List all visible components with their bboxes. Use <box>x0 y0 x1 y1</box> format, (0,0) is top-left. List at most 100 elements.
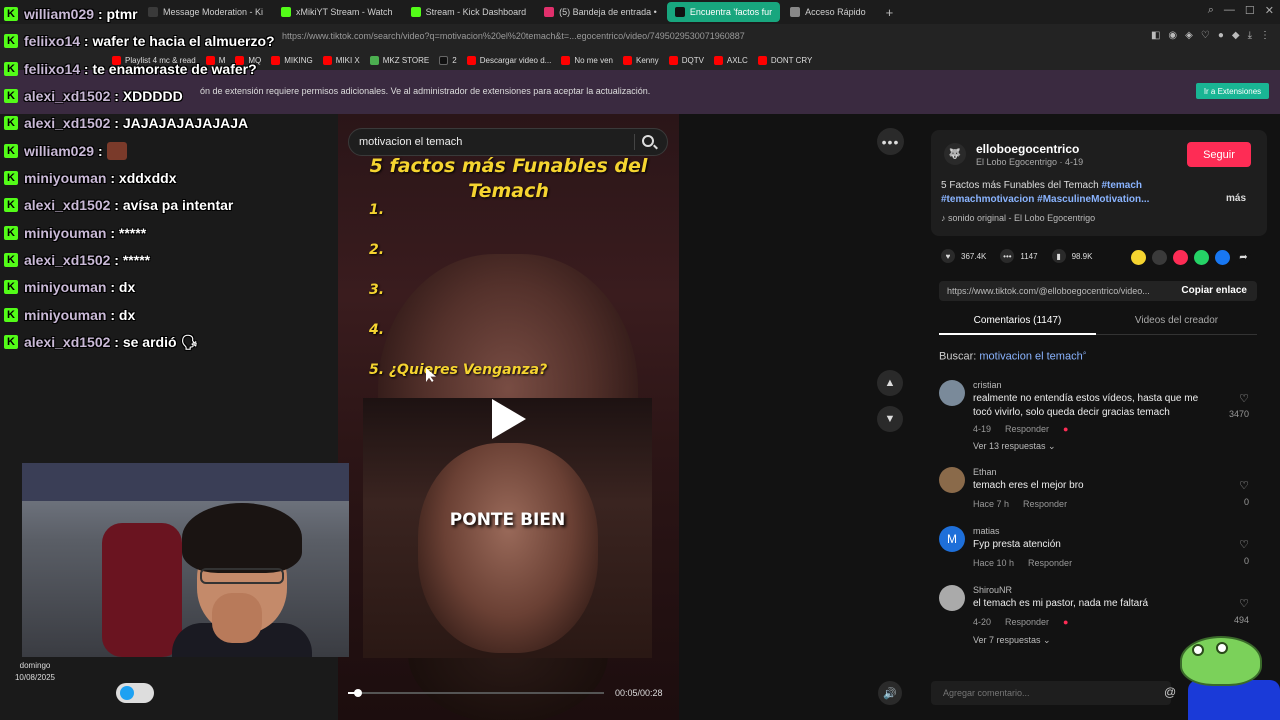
more-link[interactable]: más <box>1226 193 1246 204</box>
send-icon[interactable] <box>1173 250 1188 265</box>
url-field[interactable]: https://www.tiktok.com/search/video?q=mo… <box>282 31 745 41</box>
sound-info[interactable]: ♪ sonido original - El Lobo Egocentrigo <box>941 213 1095 223</box>
prev-video-button[interactable]: ▲ <box>877 370 903 396</box>
reply-button[interactable]: Responder <box>1005 617 1049 627</box>
avatar[interactable] <box>939 585 965 611</box>
maximize-icon[interactable]: ☐ <box>1245 4 1255 17</box>
kick-icon <box>281 7 292 17</box>
minimize-icon[interactable]: — <box>1224 4 1235 17</box>
store-icon <box>369 55 379 65</box>
bookmark[interactable]: MIKING <box>271 55 313 65</box>
bookmark[interactable]: DONT CRY <box>757 55 812 65</box>
play-icon[interactable] <box>492 399 526 439</box>
chat-text: : ***** <box>114 252 151 268</box>
follow-button[interactable]: Seguir <box>1187 142 1251 167</box>
creator-subtitle: El Lobo Egocentrigo · 4-19 <box>976 157 1084 167</box>
avatar[interactable] <box>939 467 965 493</box>
search-input[interactable] <box>359 136 629 148</box>
heart-icon[interactable]: ♡ <box>1201 30 1210 41</box>
bookmark[interactable]: AXLC <box>713 55 748 65</box>
comment-input[interactable] <box>931 681 1151 705</box>
download-icon[interactable]: ⤓ <box>1248 30 1252 41</box>
new-tab-button[interactable]: + <box>876 5 904 20</box>
bookmark[interactable]: Descargar video d... <box>466 55 551 65</box>
tab-label: Stream - Kick Dashboard <box>425 7 527 17</box>
mention-icon[interactable]: @ <box>1164 685 1176 699</box>
volume-icon[interactable]: 🔊 <box>878 681 902 705</box>
extension-icon[interactable]: ◆ <box>1232 30 1240 41</box>
embed-icon[interactable] <box>1152 250 1167 265</box>
sound-label: sonido original - El Lobo Egocentrigo <box>948 213 1096 223</box>
avatar[interactable] <box>939 380 965 406</box>
comment-date: Hace 7 h <box>973 499 1010 509</box>
copy-link-button[interactable]: Copiar enlace <box>1181 285 1247 296</box>
extension-icon[interactable]: ● <box>1218 30 1224 41</box>
video-link[interactable]: https://www.tiktok.com/@elloboegocentric… <box>947 286 1163 296</box>
tab-comments[interactable]: Comentarios (1147) <box>939 315 1096 335</box>
next-video-button[interactable]: ▼ <box>877 406 903 432</box>
video-player[interactable]: 5 factos más Funables del Temach 1. 2. 3… <box>338 114 679 720</box>
extensions-button[interactable]: Ir a Extensiones <box>1196 83 1269 99</box>
bookmark[interactable]: MKZ STORE <box>369 55 429 65</box>
hashtag[interactable]: #temach <box>1101 180 1142 191</box>
close-icon[interactable]: ✕ <box>1265 4 1274 17</box>
heart-icon[interactable]: ♡ <box>1239 538 1249 551</box>
chat-text: : avísa pa intentar <box>114 197 234 213</box>
tab-instagram[interactable]: (5) Bandeja de entrada • <box>536 2 665 22</box>
chat-message: Kalexi_xd1502 : ***** <box>4 250 150 270</box>
bookmark[interactable]: DQTV <box>668 55 704 65</box>
kick-badge-icon: K <box>4 335 18 349</box>
extension-icon[interactable]: ◈ <box>1185 30 1193 41</box>
tab-tiktok[interactable]: Encuentra 'factos fur <box>666 2 781 22</box>
search-suggestion[interactable]: Buscar: motivacion el temach⌕ <box>939 350 1087 363</box>
progress-bar[interactable] <box>348 689 604 697</box>
heart-icon[interactable]: ♡ <box>1239 392 1249 405</box>
view-replies[interactable]: Ver 7 respuestas ⌄ <box>973 635 1051 646</box>
kick-badge-icon: K <box>4 116 18 130</box>
screen: { "browser": { "tabs": [ {"label": "Mess… <box>0 0 1280 720</box>
facebook-icon[interactable] <box>1215 250 1230 265</box>
bookmark-icon[interactable]: ◧ <box>1151 30 1160 41</box>
chat-message: Kalexi_xd1502 : JAJAJAJAJAJAJA <box>4 113 248 133</box>
bookmark[interactable]: Kenny <box>623 55 659 65</box>
comment-icon[interactable]: ••• <box>1000 249 1015 263</box>
heart-icon[interactable]: ♡ <box>1239 597 1249 610</box>
reply-button[interactable]: Responder <box>1023 499 1067 509</box>
view-replies[interactable]: Ver 13 respuestas ⌄ <box>973 441 1056 452</box>
more-options-button[interactable]: ••• <box>877 128 904 155</box>
comment-author[interactable]: Ethan <box>973 467 997 477</box>
bookmark[interactable]: 2 <box>439 55 457 65</box>
creator-handle[interactable]: elloboegocentrico <box>976 142 1079 156</box>
tab-acceso-rapido[interactable]: Acceso Rápido <box>782 2 874 22</box>
bookmark-icon[interactable]: ▮ <box>1051 249 1066 263</box>
avatar[interactable]: M <box>939 526 965 552</box>
frog-eye <box>1192 644 1204 656</box>
reply-button[interactable]: Responder <box>1028 558 1072 568</box>
tab-creator-videos[interactable]: Videos del creador <box>1096 315 1257 326</box>
comment-author[interactable]: matias <box>973 526 1000 536</box>
hashtag[interactable]: #MasculineMotivation... <box>1037 194 1149 205</box>
bookmark[interactable]: No me ven <box>561 55 613 65</box>
tab-moderation[interactable]: Message Moderation - Ki <box>140 2 271 22</box>
share-icon[interactable] <box>1131 250 1146 265</box>
heart-icon[interactable]: ♡ <box>1239 479 1249 492</box>
like-heart-icon[interactable]: ♥ <box>941 249 955 263</box>
wolf-avatar-icon[interactable]: 🐺 <box>944 143 966 165</box>
tab-kick-dashboard[interactable]: Stream - Kick Dashboard <box>403 2 535 22</box>
reply-button[interactable]: Responder <box>1005 424 1049 434</box>
search-icon[interactable] <box>642 135 654 147</box>
extension-icon[interactable]: ◉ <box>1168 30 1177 41</box>
search-icon[interactable]: ⌕ <box>1208 4 1214 17</box>
webcam-overlay <box>22 463 349 657</box>
forward-icon[interactable]: ➦ <box>1236 250 1251 265</box>
whatsapp-icon[interactable] <box>1194 250 1209 265</box>
tab-kick-watch[interactable]: xMikiYT Stream - Watch <box>273 2 401 22</box>
grid-icon <box>790 7 801 17</box>
menu-icon[interactable]: ⋮ <box>1260 30 1270 41</box>
hashtag[interactable]: #temachmotivacion <box>941 194 1034 205</box>
comment-author[interactable]: ShirouNR <box>973 585 1012 595</box>
emote-icon <box>106 142 127 160</box>
bookmark[interactable]: MIKI X <box>322 55 360 65</box>
stream-toggle-icon[interactable] <box>116 683 154 703</box>
comment-author[interactable]: cristian <box>973 380 1002 390</box>
